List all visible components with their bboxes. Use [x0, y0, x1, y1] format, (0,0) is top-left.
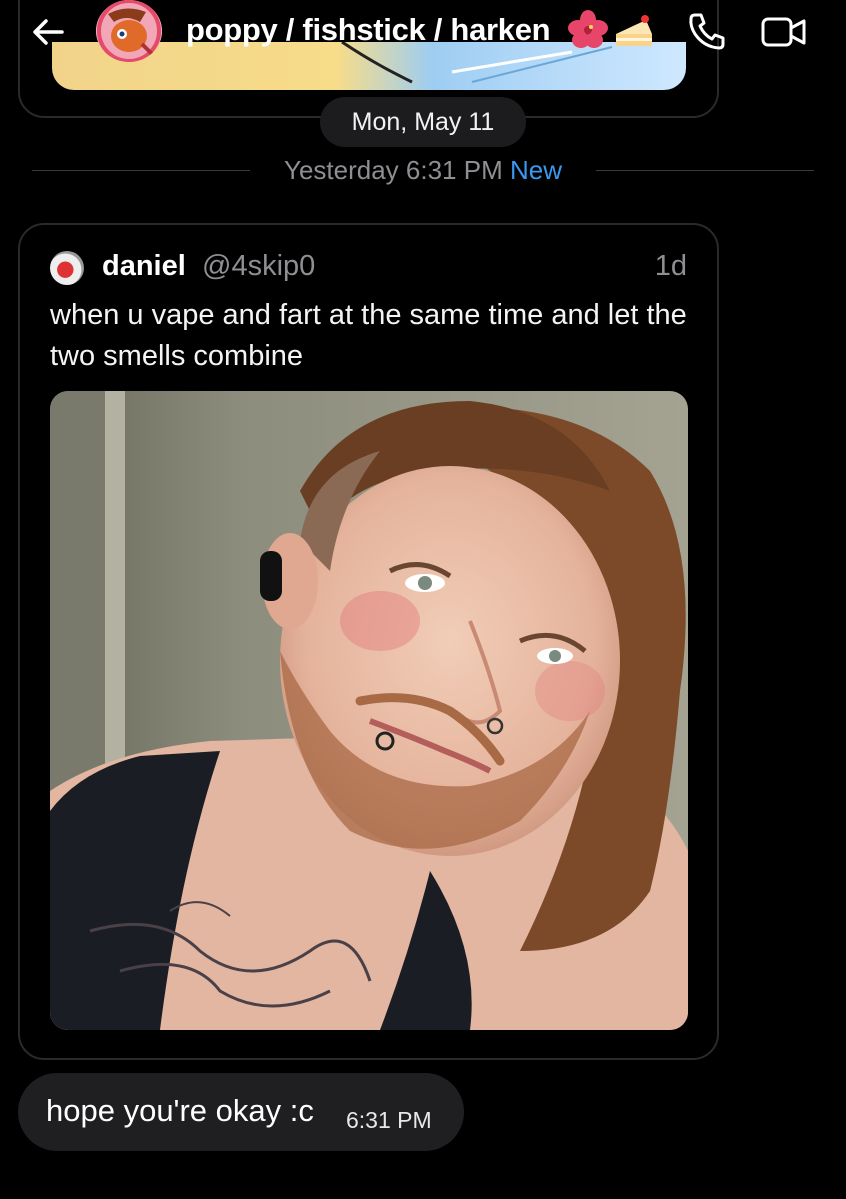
- message-text: hope you're okay :c: [46, 1093, 314, 1128]
- chat-title[interactable]: poppy / fishstick / harken: [186, 12, 551, 48]
- video-camera-icon[interactable]: [760, 14, 808, 50]
- chat-header: poppy / fishstick / harken: [0, 0, 846, 64]
- post-image[interactable]: [50, 391, 688, 1030]
- hibiscus-icon: [566, 10, 610, 50]
- message-time: 6:31 PM: [346, 1107, 432, 1133]
- cake-slice-icon: [612, 10, 656, 50]
- date-separator: Mon, May 11: [320, 97, 526, 147]
- post-text: when u vape and fart at the same time an…: [50, 299, 687, 372]
- post-author-handle[interactable]: @4skip0: [202, 250, 315, 283]
- post-author-name[interactable]: daniel: [102, 250, 186, 283]
- back-arrow-icon[interactable]: [26, 12, 70, 52]
- post-age: 1d: [654, 250, 687, 282]
- new-divider-time: Yesterday 6:31 PM: [284, 155, 503, 185]
- message-bubble[interactable]: hope you're okay :c 6:31 PM: [18, 1073, 464, 1151]
- group-avatar[interactable]: [96, 0, 162, 62]
- post-author-avatar[interactable]: [50, 251, 84, 285]
- shared-post-card[interactable]: daniel @4skip0 1d when u vape and fart a…: [18, 223, 719, 1060]
- new-badge: New: [509, 155, 562, 185]
- phone-icon[interactable]: [686, 10, 728, 52]
- new-messages-divider: Yesterday 6:31 PM New: [0, 155, 846, 186]
